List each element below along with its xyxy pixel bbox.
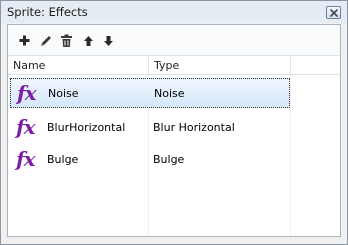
effect-type: Noise <box>154 87 185 100</box>
add-effect-button[interactable] <box>16 32 33 49</box>
delete-effect-button[interactable] <box>58 32 75 49</box>
effect-name: Bulge <box>47 153 79 166</box>
table-header: Name Type <box>8 55 340 75</box>
edit-effect-button[interactable] <box>37 32 54 49</box>
effect-row-noise[interactable]: fx Noise Noise <box>10 78 290 108</box>
effect-name: BlurHorizontal <box>47 121 126 134</box>
column-header-type[interactable]: Type <box>154 59 179 72</box>
effect-type: Blur Horizontal <box>153 121 235 134</box>
plus-icon <box>19 35 30 46</box>
close-button[interactable] <box>326 6 341 19</box>
close-icon <box>330 9 338 17</box>
trash-icon <box>61 34 72 47</box>
arrow-up-icon <box>84 35 93 46</box>
move-up-button[interactable] <box>80 32 97 49</box>
window-title: Sprite: Effects <box>7 5 88 19</box>
fx-icon: fx <box>16 115 36 139</box>
effect-row-bulge[interactable]: fx Bulge Bulge <box>10 145 290 175</box>
column-divider[interactable] <box>290 56 291 74</box>
effect-row-blurhorizontal[interactable]: fx BlurHorizontal Blur Horizontal <box>10 113 290 143</box>
effects-panel: Name Type fx Noise Noise fx BlurHorizont… <box>7 24 341 237</box>
column-divider[interactable] <box>148 56 149 74</box>
arrow-down-icon <box>104 35 113 46</box>
move-down-button[interactable] <box>100 32 117 49</box>
fx-icon: fx <box>17 81 37 105</box>
pencil-icon <box>40 35 51 46</box>
grid-line <box>290 75 291 236</box>
toolbar <box>8 25 340 55</box>
fx-icon: fx <box>16 147 36 171</box>
title-bar[interactable]: Sprite: Effects <box>1 1 347 23</box>
effects-window: Sprite: Effects Name Type fx Noise Noise… <box>0 0 348 245</box>
effect-name: Noise <box>48 87 79 100</box>
effect-type: Bulge <box>153 153 185 166</box>
column-header-name[interactable]: Name <box>13 59 45 72</box>
